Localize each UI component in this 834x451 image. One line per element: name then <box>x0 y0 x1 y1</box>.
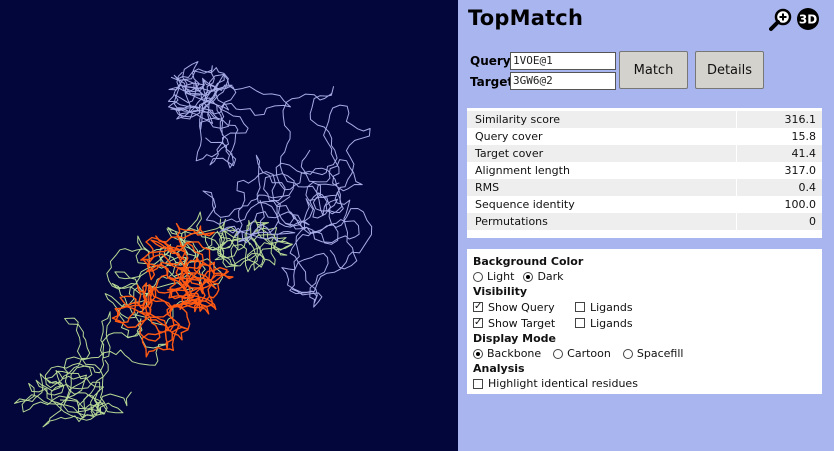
query-label: Query <box>470 54 511 68</box>
highlight-identical-option[interactable]: Highlight identical residues <box>473 376 638 391</box>
show-target-label: Show Target <box>488 316 556 330</box>
stat-row: Similarity score 316.1 <box>467 111 822 128</box>
3d-view-icon[interactable]: 3D <box>796 8 820 30</box>
target-label: Target <box>470 75 514 89</box>
stat-label: Permutations <box>467 213 737 230</box>
display-mode-options: Backbone Cartoon Spacefill <box>473 346 816 361</box>
background-dark-option[interactable]: Dark <box>523 269 564 284</box>
stat-label: Alignment length <box>467 162 737 179</box>
target-ligands-option[interactable]: Ligands <box>575 316 633 331</box>
background-heading: Background Color <box>473 255 584 268</box>
stat-value: 317.0 <box>784 164 817 177</box>
display-spacefill-radio[interactable] <box>622 348 633 359</box>
magnifier-plus-icon[interactable] <box>769 8 793 31</box>
target-ligands-label: Ligands <box>590 316 633 330</box>
stat-row: Query cover 15.8 <box>467 128 822 145</box>
highlight-identical-checkbox[interactable] <box>473 378 483 389</box>
display-spacefill-label: Spacefill <box>636 347 684 360</box>
stat-label: RMS <box>467 179 737 196</box>
background-light-radio[interactable] <box>473 271 483 282</box>
analysis-heading: Analysis <box>473 362 525 375</box>
query-visibility-row: ✓ Show Query Ligands <box>473 299 816 315</box>
background-light-option[interactable]: Light <box>473 269 514 284</box>
analysis-options: Highlight identical residues <box>473 376 816 391</box>
display-cartoon-label: Cartoon <box>567 347 611 360</box>
stat-value: 41.4 <box>791 147 817 160</box>
display-options: Background Color Light Dark Visibility ✓… <box>467 249 822 394</box>
details-button[interactable]: Details <box>695 51 764 89</box>
structure-viewer[interactable] <box>0 0 458 451</box>
visibility-heading: Visibility <box>473 285 528 298</box>
query-ligands-option[interactable]: Ligands <box>575 300 633 315</box>
display-backbone-option[interactable]: Backbone <box>473 346 541 361</box>
target-visibility-row: ✓ Show Target Ligands <box>473 315 816 331</box>
display-backbone-label: Backbone <box>487 347 542 360</box>
background-light-label: Light <box>487 270 515 283</box>
molecule-canvas[interactable] <box>0 0 458 451</box>
display-cartoon-radio[interactable] <box>553 348 564 359</box>
show-target-option[interactable]: ✓ Show Target <box>473 316 575 331</box>
stat-row: Permutations 0 <box>467 213 822 230</box>
stat-value: 100.0 <box>784 198 817 211</box>
show-query-label: Show Query <box>488 300 555 314</box>
display-mode-heading: Display Mode <box>473 332 557 345</box>
background-dark-label: Dark <box>537 270 564 283</box>
display-cartoon-option[interactable]: Cartoon <box>553 346 611 361</box>
query-ligands-label: Ligands <box>590 300 633 314</box>
app-title: TopMatch <box>468 6 584 30</box>
show-query-option[interactable]: ✓ Show Query <box>473 300 575 315</box>
show-query-checkbox[interactable]: ✓ <box>473 302 483 312</box>
target-ligands-checkbox[interactable] <box>575 318 585 328</box>
stat-row: RMS 0.4 <box>467 179 822 196</box>
background-options: Light Dark <box>473 269 816 284</box>
query-input[interactable]: 1VOE@1 <box>510 52 616 70</box>
control-panel: TopMatch 3D Query 1VOE@1 Target 3GW6@2 M… <box>458 0 834 451</box>
stat-value: 0.4 <box>798 181 817 194</box>
stat-row: Alignment length 317.0 <box>467 162 822 179</box>
highlight-identical-label: Highlight identical residues <box>488 377 638 390</box>
alignment-stats-table: Similarity score 316.1 Query cover 15.8 Ta… <box>467 108 822 238</box>
display-backbone-radio[interactable] <box>473 348 483 359</box>
stat-row: Sequence identity 100.0 <box>467 196 822 213</box>
stat-value: 15.8 <box>791 130 817 143</box>
query-ligands-checkbox[interactable] <box>575 302 585 312</box>
stat-label: Query cover <box>467 128 737 145</box>
show-target-checkbox[interactable]: ✓ <box>473 318 483 328</box>
stat-value: 316.1 <box>784 113 817 126</box>
target-input[interactable]: 3GW6@2 <box>510 72 616 90</box>
background-dark-radio[interactable] <box>523 271 534 282</box>
stat-label: Similarity score <box>467 111 737 128</box>
stat-row: Target cover 41.4 <box>467 145 822 162</box>
stat-label: Target cover <box>467 145 737 162</box>
stat-value: 0 <box>809 215 816 228</box>
display-spacefill-option[interactable]: Spacefill <box>622 346 684 361</box>
svg-text:3D: 3D <box>799 13 817 27</box>
match-button[interactable]: Match <box>619 51 688 89</box>
stat-label: Sequence identity <box>467 196 737 213</box>
